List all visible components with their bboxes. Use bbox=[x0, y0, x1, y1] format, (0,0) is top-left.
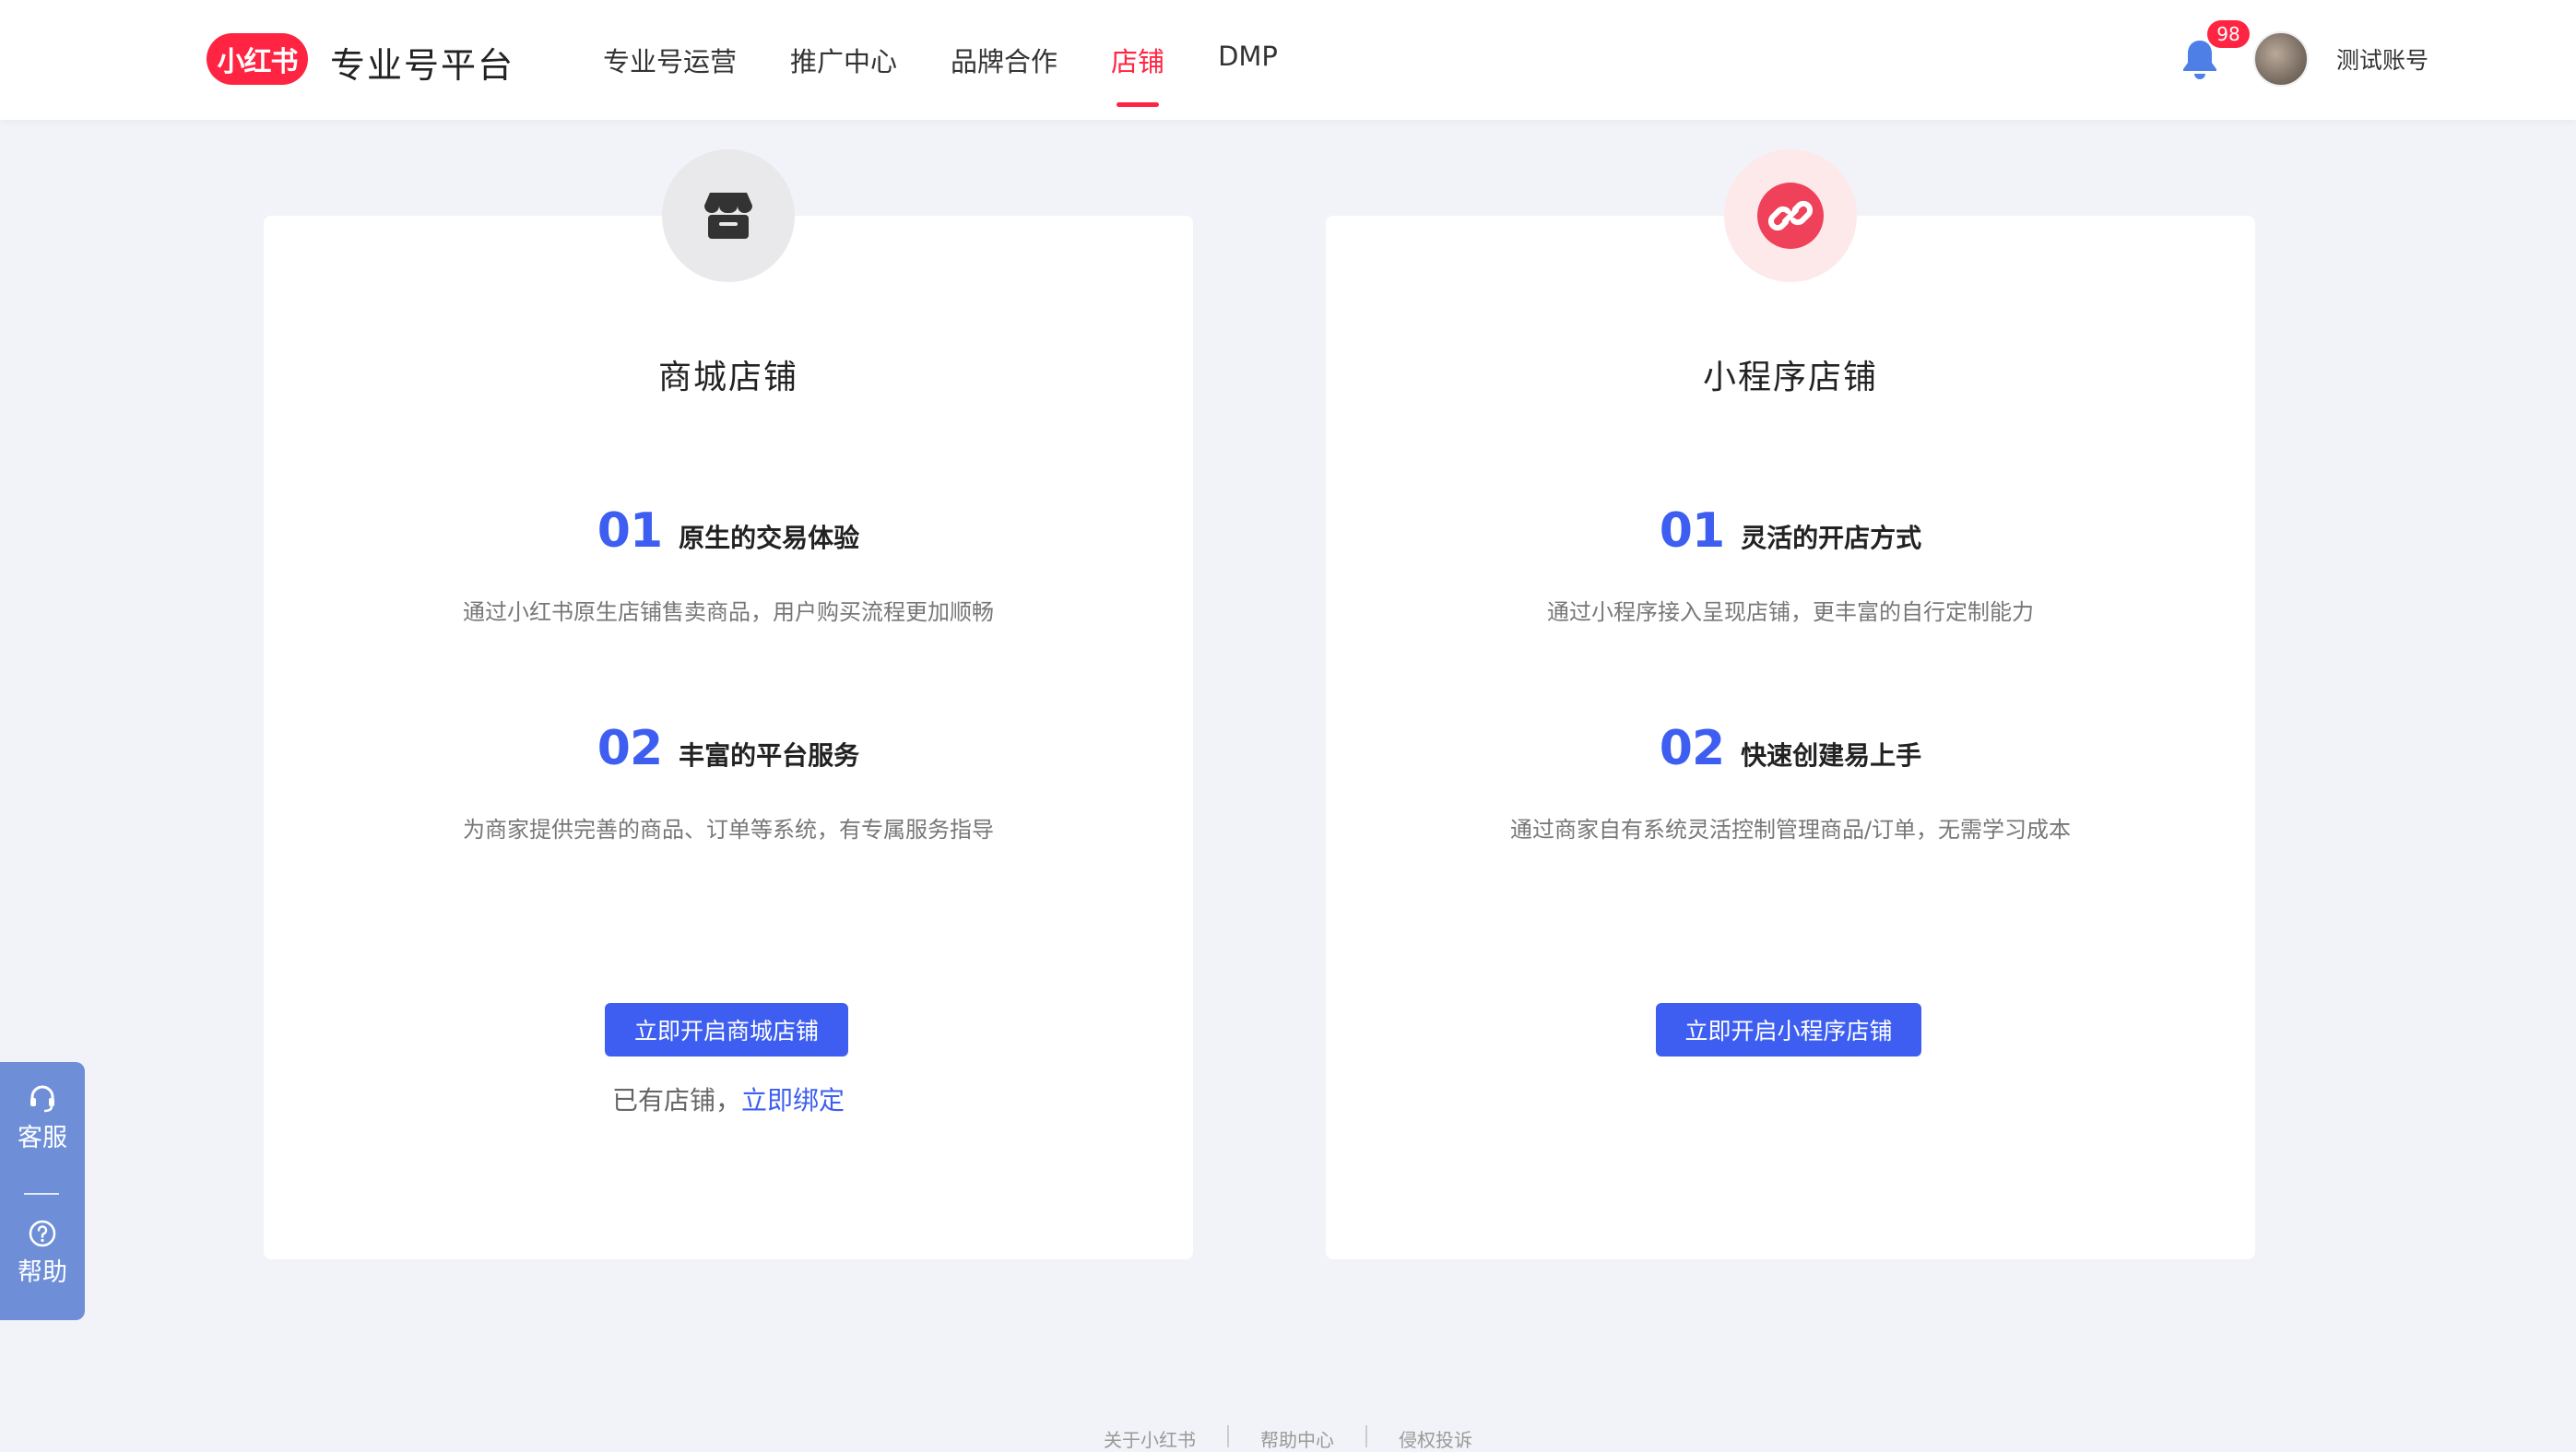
feature-description: 通过小红书原生店铺售卖商品，用户购买流程更加顺畅 bbox=[463, 599, 994, 625]
avatar[interactable] bbox=[2253, 31, 2309, 87]
bind-store-prefix: 已有店铺， bbox=[611, 1085, 741, 1116]
brand-logo[interactable]: 小红书 bbox=[207, 33, 308, 85]
feature-title: 灵活的开店方式 bbox=[1741, 523, 1922, 553]
open-mall-store-button[interactable]: 立即开启商城店铺 bbox=[605, 1003, 848, 1057]
mall-store-card: 商城店铺 01 原生的交易体验 通过小红书原生店铺售卖商品，用户购买流程更加顺畅… bbox=[264, 149, 1193, 1259]
question-circle-icon bbox=[29, 1220, 56, 1247]
bind-store-link[interactable]: 立即绑定 bbox=[741, 1085, 845, 1116]
storefront-icon-circle bbox=[662, 149, 795, 282]
footer-link-about[interactable]: 关于小红书 bbox=[1072, 1425, 1227, 1452]
feature-number: 01 bbox=[597, 503, 663, 559]
feature-description: 通过小程序接入呈现店铺，更丰富的自行定制能力 bbox=[1547, 599, 2034, 625]
open-mini-program-store-button[interactable]: 立即开启小程序店铺 bbox=[1656, 1003, 1921, 1057]
footer-link-help-center[interactable]: 帮助中心 bbox=[1229, 1425, 1365, 1452]
help-button[interactable]: 帮助 bbox=[0, 1219, 85, 1288]
customer-service-label: 客服 bbox=[18, 1124, 67, 1152]
mini-program-store-card: 小程序店铺 01 灵活的开店方式 通过小程序接入呈现店铺，更丰富的自行定制能力 … bbox=[1326, 149, 2255, 1259]
feature-heading: 02 丰富的平台服务 bbox=[264, 721, 1193, 776]
feature-title: 快速创建易上手 bbox=[1741, 740, 1922, 771]
headset-icon bbox=[30, 1085, 54, 1113]
top-header: 小红书 专业号平台 专业号运营 推广中心 品牌合作 店铺 DMP 98 测试账号 bbox=[0, 0, 2576, 120]
bind-store-line: 已有店铺，立即绑定 bbox=[264, 1080, 1193, 1117]
link-icon-circle bbox=[1724, 149, 1857, 282]
main-nav: 专业号运营 推广中心 品牌合作 店铺 DMP bbox=[603, 0, 1331, 120]
feature-number: 02 bbox=[597, 721, 663, 776]
card-title: 小程序店铺 bbox=[1702, 359, 1878, 396]
nav-item-dmp[interactable]: DMP bbox=[1218, 0, 1278, 116]
panel-divider bbox=[24, 1193, 59, 1195]
nav-item-store[interactable]: 店铺 bbox=[1111, 0, 1164, 120]
feature-description: 为商家提供完善的商品、订单等系统，有专属服务指导 bbox=[463, 817, 994, 843]
customer-service-button[interactable]: 客服 bbox=[0, 1082, 85, 1153]
account-name[interactable]: 测试账号 bbox=[2336, 42, 2428, 76]
feature-description: 通过商家自有系统灵活控制管理商品/订单，无需学习成本 bbox=[1509, 817, 2072, 843]
feature-number: 01 bbox=[1659, 503, 1725, 559]
storefront-icon bbox=[704, 193, 752, 239]
floating-support-panel: 客服 帮助 bbox=[0, 1062, 85, 1320]
notification-count-badge: 98 bbox=[2207, 20, 2250, 48]
link-icon bbox=[1757, 183, 1824, 249]
feature-number: 02 bbox=[1659, 721, 1725, 776]
nav-item-brand-cooperation[interactable]: 品牌合作 bbox=[951, 0, 1058, 120]
feature-heading: 01 灵活的开店方式 bbox=[1326, 503, 2255, 559]
feature-heading: 02 快速创建易上手 bbox=[1326, 721, 2255, 776]
platform-title: 专业号平台 bbox=[330, 45, 515, 86]
card-title: 商城店铺 bbox=[657, 359, 798, 396]
nav-item-pro-operation[interactable]: 专业号运营 bbox=[603, 0, 737, 120]
help-label: 帮助 bbox=[18, 1258, 67, 1287]
footer-link-infringement[interactable]: 侵权投诉 bbox=[1367, 1425, 1504, 1452]
feature-title: 丰富的平台服务 bbox=[679, 740, 860, 771]
feature-title: 原生的交易体验 bbox=[679, 523, 860, 553]
footer-links: 关于小红书 帮助中心 侵权投诉 bbox=[0, 1425, 2576, 1452]
nav-item-promotion[interactable]: 推广中心 bbox=[790, 0, 897, 120]
feature-heading: 01 原生的交易体验 bbox=[264, 503, 1193, 559]
